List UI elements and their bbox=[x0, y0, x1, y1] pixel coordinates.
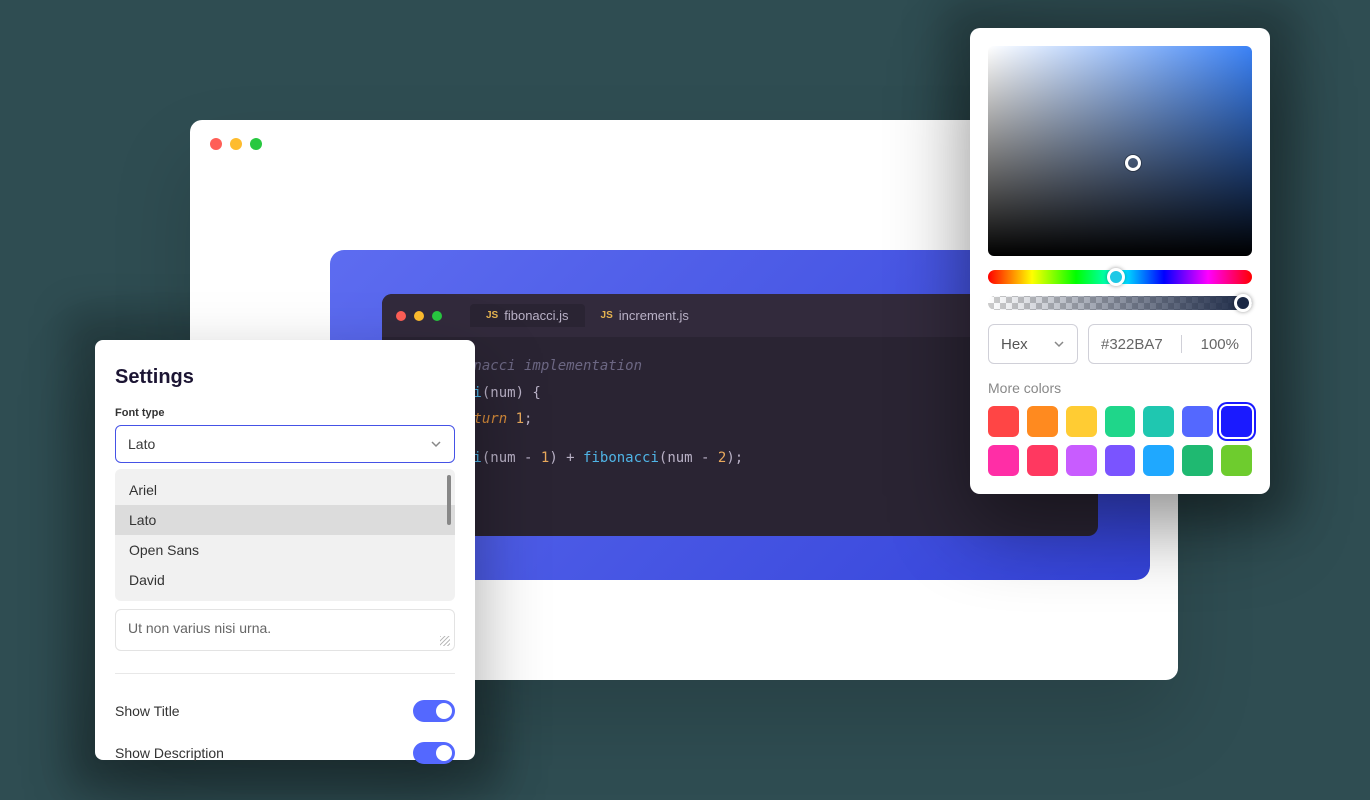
color-cursor-icon[interactable] bbox=[1125, 155, 1141, 171]
toggle-row-show-description: Show Description bbox=[115, 732, 455, 774]
code-token: fibonacci bbox=[583, 450, 659, 466]
color-swatch[interactable] bbox=[1105, 445, 1136, 476]
color-swatch[interactable] bbox=[1027, 406, 1058, 437]
tab-fibonacci[interactable]: JS fibonacci.js bbox=[470, 304, 585, 327]
more-colors-label: More colors bbox=[988, 380, 1252, 396]
font-option-david[interactable]: David bbox=[115, 565, 455, 595]
swatch-grid bbox=[988, 406, 1252, 476]
divider bbox=[115, 673, 455, 674]
alpha-thumb[interactable] bbox=[1234, 294, 1252, 312]
font-dropdown: Ariel Lato Open Sans David bbox=[115, 469, 455, 601]
hue-slider[interactable] bbox=[988, 270, 1252, 284]
minimize-icon[interactable] bbox=[230, 138, 242, 150]
font-select[interactable]: Lato bbox=[115, 425, 455, 463]
resize-handle-icon[interactable] bbox=[440, 636, 450, 646]
color-swatch[interactable] bbox=[1066, 406, 1097, 437]
tab-increment[interactable]: JS increment.js bbox=[585, 304, 705, 327]
code-token: 1 bbox=[507, 411, 524, 427]
toggle-label: Show Title bbox=[115, 703, 180, 719]
editor-maximize-icon[interactable] bbox=[432, 311, 442, 321]
color-swatch[interactable] bbox=[1182, 445, 1213, 476]
color-swatch[interactable] bbox=[1143, 406, 1174, 437]
color-swatch[interactable] bbox=[1066, 445, 1097, 476]
code-token: ) + bbox=[549, 450, 583, 466]
editor-minimize-icon[interactable] bbox=[414, 311, 424, 321]
color-swatch[interactable] bbox=[988, 445, 1019, 476]
show-description-toggle[interactable] bbox=[413, 742, 455, 764]
chevron-down-icon bbox=[430, 438, 442, 450]
js-file-icon: JS bbox=[601, 310, 613, 321]
color-swatch[interactable] bbox=[1143, 445, 1174, 476]
color-mode-select[interactable]: Hex bbox=[988, 324, 1078, 364]
alpha-slider[interactable] bbox=[988, 296, 1252, 310]
color-picker: Hex #322BA7 100% More colors bbox=[970, 28, 1270, 494]
separator bbox=[1181, 335, 1182, 353]
hex-input[interactable]: #322BA7 100% bbox=[1088, 324, 1252, 364]
settings-panel: Settings Font type Lato Ariel Lato Open … bbox=[95, 340, 475, 760]
show-title-toggle[interactable] bbox=[413, 700, 455, 722]
js-file-icon: JS bbox=[486, 310, 498, 321]
preview-text: Ut non varius nisi urna. bbox=[128, 620, 271, 636]
close-icon[interactable] bbox=[210, 138, 222, 150]
toggle-label: Show Description bbox=[115, 745, 224, 761]
code-token: (num - bbox=[659, 450, 718, 466]
color-swatch[interactable] bbox=[1182, 406, 1213, 437]
settings-title: Settings bbox=[115, 366, 455, 389]
color-swatch[interactable] bbox=[1221, 406, 1252, 437]
editor-tabs: JS fibonacci.js JS increment.js bbox=[470, 304, 705, 327]
chevron-down-icon bbox=[1053, 338, 1065, 350]
code-token: (num - bbox=[482, 450, 541, 466]
code-token: (num) { bbox=[482, 385, 541, 401]
font-option-lato[interactable]: Lato bbox=[115, 505, 455, 535]
font-option-open-sans[interactable]: Open Sans bbox=[115, 535, 455, 565]
hex-value: #322BA7 bbox=[1101, 336, 1163, 353]
scrollbar-thumb[interactable] bbox=[447, 475, 451, 525]
hue-thumb[interactable] bbox=[1107, 268, 1125, 286]
saturation-brightness-area[interactable] bbox=[988, 46, 1252, 256]
color-swatch[interactable] bbox=[1105, 406, 1136, 437]
maximize-icon[interactable] bbox=[250, 138, 262, 150]
color-swatch[interactable] bbox=[1221, 445, 1252, 476]
tab-label: increment.js bbox=[619, 308, 689, 323]
opacity-value: 100% bbox=[1201, 336, 1239, 353]
font-select-value: Lato bbox=[128, 436, 155, 452]
color-swatch[interactable] bbox=[988, 406, 1019, 437]
code-token: ); bbox=[726, 450, 743, 466]
editor-close-icon[interactable] bbox=[396, 311, 406, 321]
color-swatch[interactable] bbox=[1027, 445, 1058, 476]
font-option-ariel[interactable]: Ariel bbox=[115, 475, 455, 505]
code-token: ; bbox=[524, 411, 532, 427]
toggle-row-show-title: Show Title bbox=[115, 690, 455, 732]
tab-label: fibonacci.js bbox=[504, 308, 568, 323]
font-type-label: Font type bbox=[115, 407, 455, 419]
color-mode-value: Hex bbox=[1001, 336, 1028, 353]
preview-textarea[interactable]: Ut non varius nisi urna. bbox=[115, 609, 455, 651]
